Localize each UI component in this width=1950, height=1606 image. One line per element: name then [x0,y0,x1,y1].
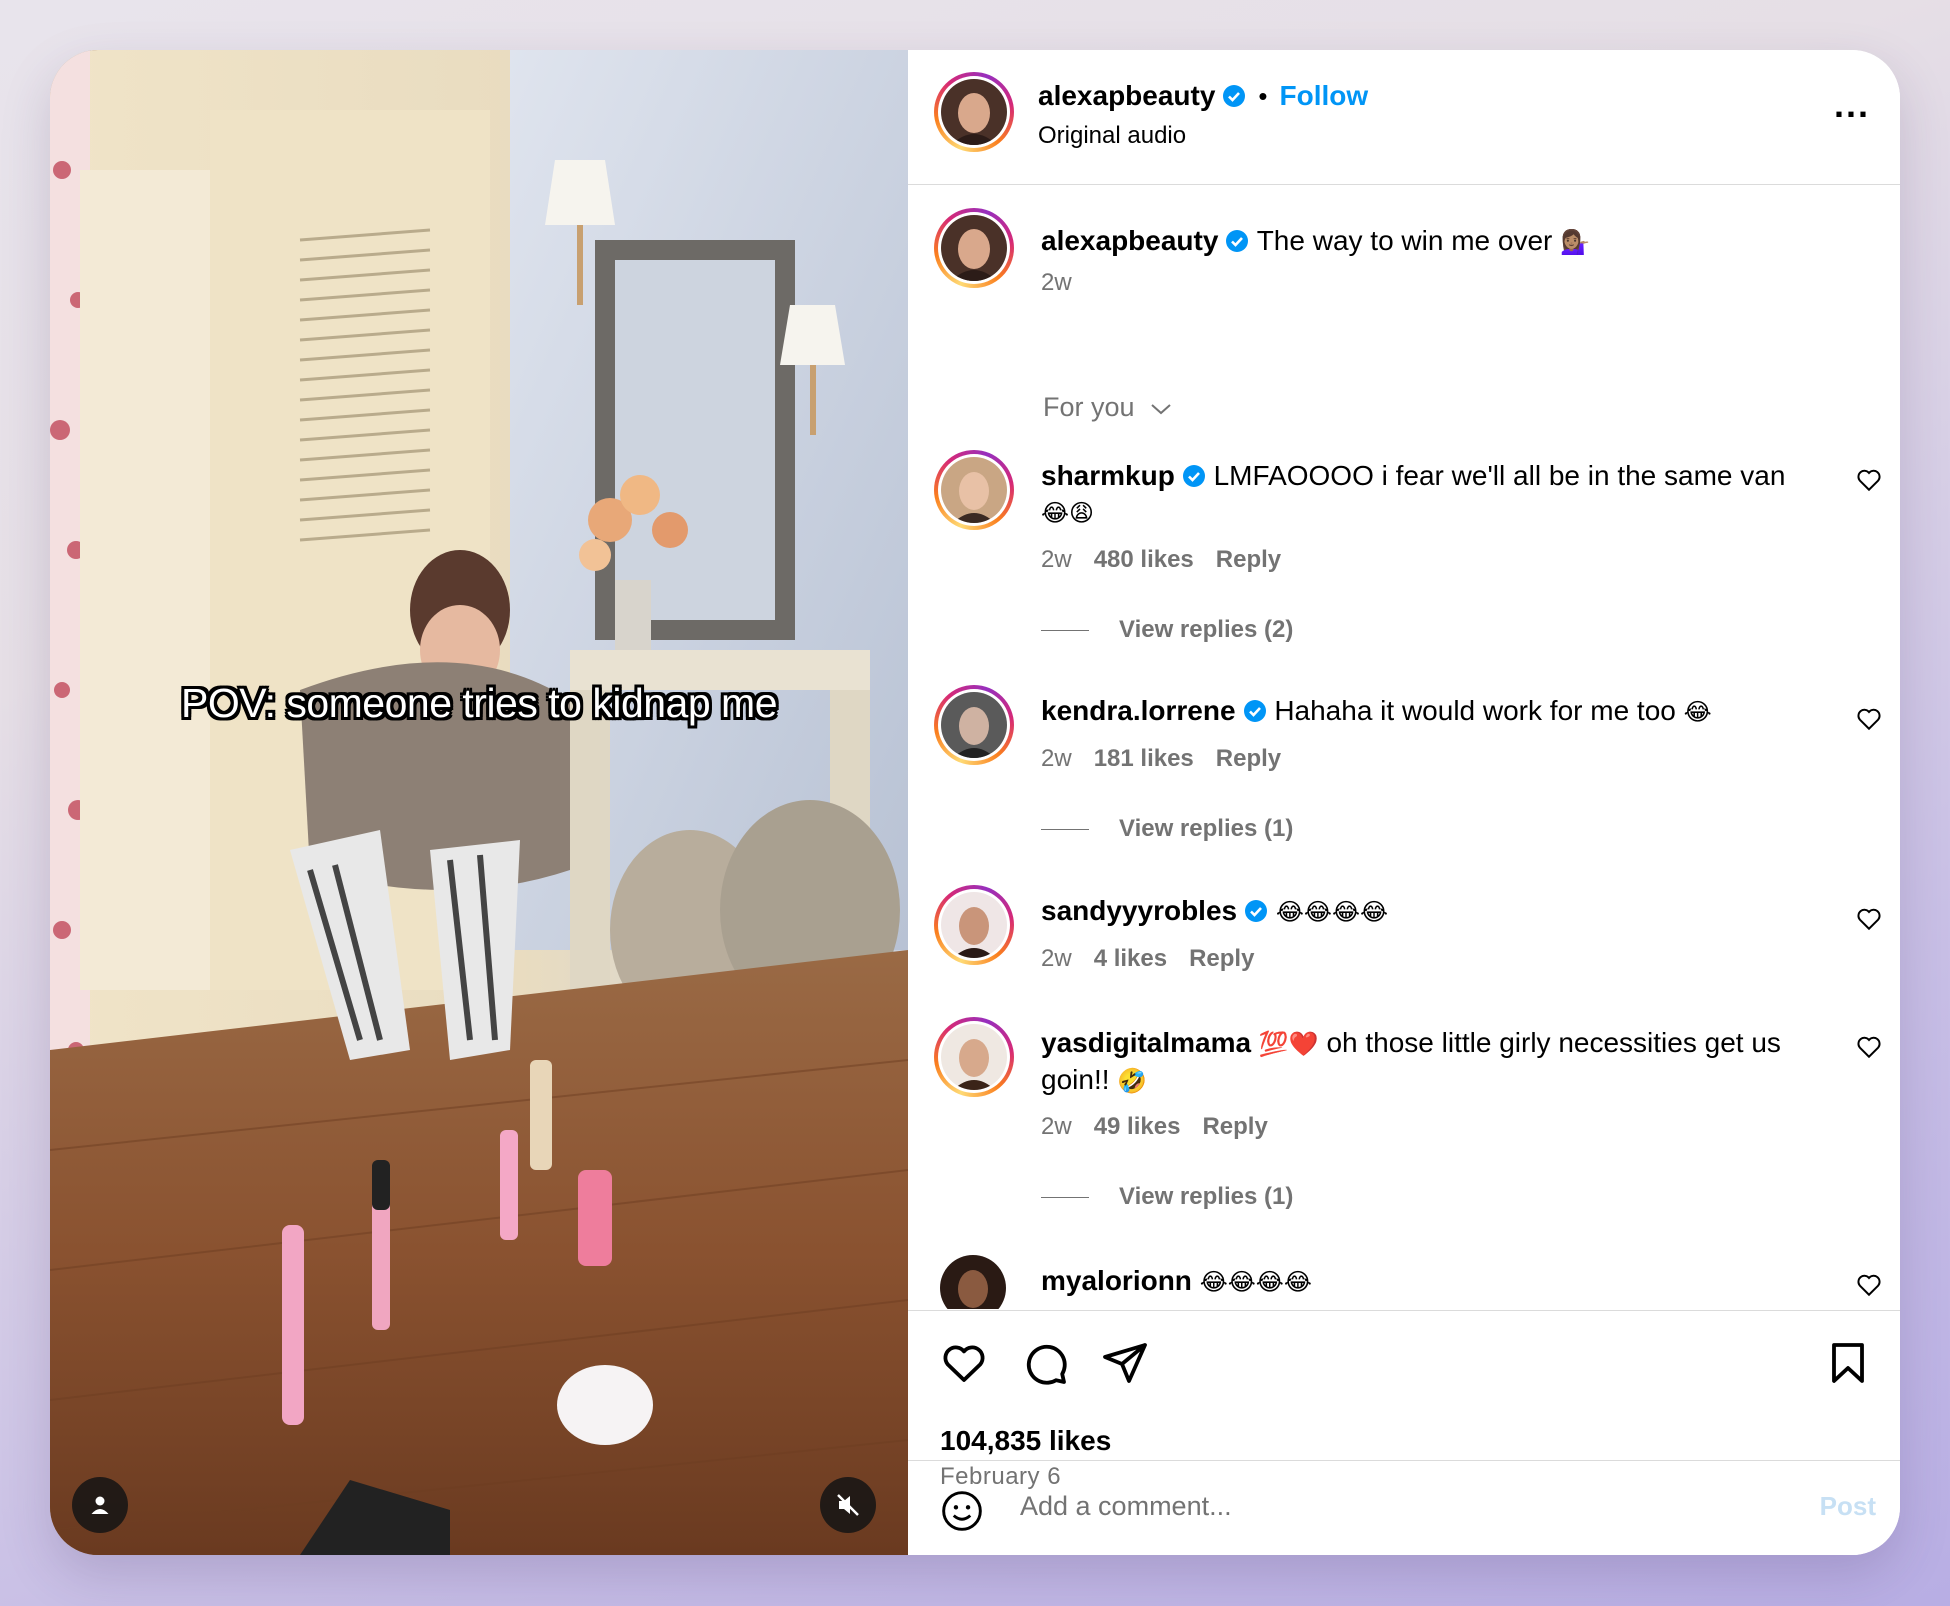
post-header: alexapbeauty • Follow Original audio ... [908,50,1900,185]
post-side-panel: alexapbeauty • Follow Original audio ... a… [908,50,1900,1555]
comment-time[interactable]: 2w [1041,1113,1072,1140]
comment-bubble-icon[interactable] [1021,1339,1069,1387]
reel-video[interactable]: POV: someone tries to kidnap me [50,50,908,1555]
heart-icon[interactable] [940,1339,988,1387]
caption-text: The way to win me over [1256,225,1553,256]
audio-label[interactable]: Original audio [1038,122,1186,150]
caption-emoji: 💁🏽‍♀️ [1560,228,1591,256]
comment-reply-button[interactable]: Reply [1202,1113,1267,1140]
commenter-username[interactable]: myalorionn [1041,1265,1192,1296]
mute-toggle-button[interactable] [820,1477,876,1533]
comment-like-heart-icon[interactable] [1856,1034,1882,1060]
post-modal: POV: someone tries to kidnap me alexapbe… [50,50,1900,1555]
person-icon [91,1496,109,1514]
comment-reply-button[interactable]: Reply [1216,546,1281,573]
commenter-username[interactable]: kendra.lorrene [1041,695,1236,726]
verified-badge-icon [1243,700,1266,722]
likes-count[interactable]: 104,835 likes [940,1425,1111,1457]
comment-likes[interactable]: 49 likes [1094,1113,1181,1140]
commenter-avatar[interactable] [934,685,1014,765]
bookmark-icon[interactable] [1824,1339,1872,1387]
comment-reply-button[interactable]: Reply [1216,745,1281,772]
verified-badge-icon [1223,85,1246,107]
comment-time[interactable]: 2w [1041,945,1072,972]
comment-likes[interactable]: 181 likes [1094,745,1194,772]
user-tags-button[interactable] [72,1477,128,1533]
comment-likes[interactable]: 480 likes [1094,546,1194,573]
verified-badge-icon [1182,465,1205,487]
commenter-username[interactable]: yasdigitalmama [1041,1027,1251,1058]
header-separator: • [1258,81,1268,111]
more-options-button[interactable]: ... [1834,87,1870,123]
comment-emoji: 😂😂😂😂 [1199,1268,1312,1296]
comment-time[interactable]: 2w [1041,745,1072,772]
paper-plane-icon[interactable] [1101,1339,1149,1387]
video-frame [50,50,908,1555]
view-replies-button[interactable]: View replies (2) [1041,616,1293,644]
caption-avatar[interactable] [934,208,1014,288]
author-username[interactable]: alexapbeauty [1038,80,1215,111]
commenter-name-emoji: 💯❤️ [1258,1030,1319,1058]
commenter-username[interactable]: sandyyyrobles [1041,895,1237,926]
comment-like-heart-icon[interactable] [1856,467,1882,493]
comment-likes[interactable]: 4 likes [1094,945,1167,972]
comment-like-heart-icon[interactable] [1856,706,1882,732]
video-overlay-text: POV: someone tries to kidnap me [181,680,778,726]
speaker-muted-icon [837,1494,859,1516]
chevron-down-icon [1151,404,1171,415]
commenter-avatar[interactable] [934,1017,1014,1097]
comment-like-heart-icon[interactable] [1856,906,1882,932]
comment-like-heart-icon[interactable] [1856,1272,1882,1298]
verified-badge-icon [1226,230,1249,252]
comment-emoji: 🤣 [1117,1067,1148,1095]
comment-emoji: 😂😂😂😂 [1275,898,1389,926]
commenter-avatar[interactable] [934,885,1014,965]
commenter-avatar[interactable] [940,1255,1006,1309]
post-comment-button[interactable]: Post [1820,1491,1876,1522]
author-avatar[interactable] [934,72,1014,152]
comment-emoji: 😂 [1683,698,1712,726]
comment-text: LMFAOOOO i fear we'll all be in the same… [1213,460,1786,491]
comments-list[interactable]: alexapbeauty The way to win me over 💁🏽‍♀… [908,185,1900,1309]
commenter-username[interactable]: sharmkup [1041,460,1175,491]
commenter-avatar[interactable] [934,450,1014,530]
view-replies-button[interactable]: View replies (1) [1041,1183,1293,1211]
follow-button[interactable]: Follow [1280,80,1369,111]
comment-text: Hahaha it would work for me too [1274,695,1676,726]
comment-time[interactable]: 2w [1041,546,1072,573]
verified-badge-icon [1245,900,1268,922]
smiley-icon[interactable] [940,1489,984,1533]
view-replies-button[interactable]: View replies (1) [1041,815,1293,843]
caption-username[interactable]: alexapbeauty [1041,225,1218,256]
comment-input[interactable]: Add a comment... [1020,1491,1232,1522]
comment-sort-dropdown[interactable]: For you [1043,392,1172,423]
comment-sort-label: For you [1043,392,1135,422]
comment-emoji: 😂😩 [1041,499,1095,527]
comment-reply-button[interactable]: Reply [1189,945,1254,972]
caption-time[interactable]: 2w [1041,269,1072,296]
add-comment-bar: Add a comment... Post [908,1460,1900,1555]
